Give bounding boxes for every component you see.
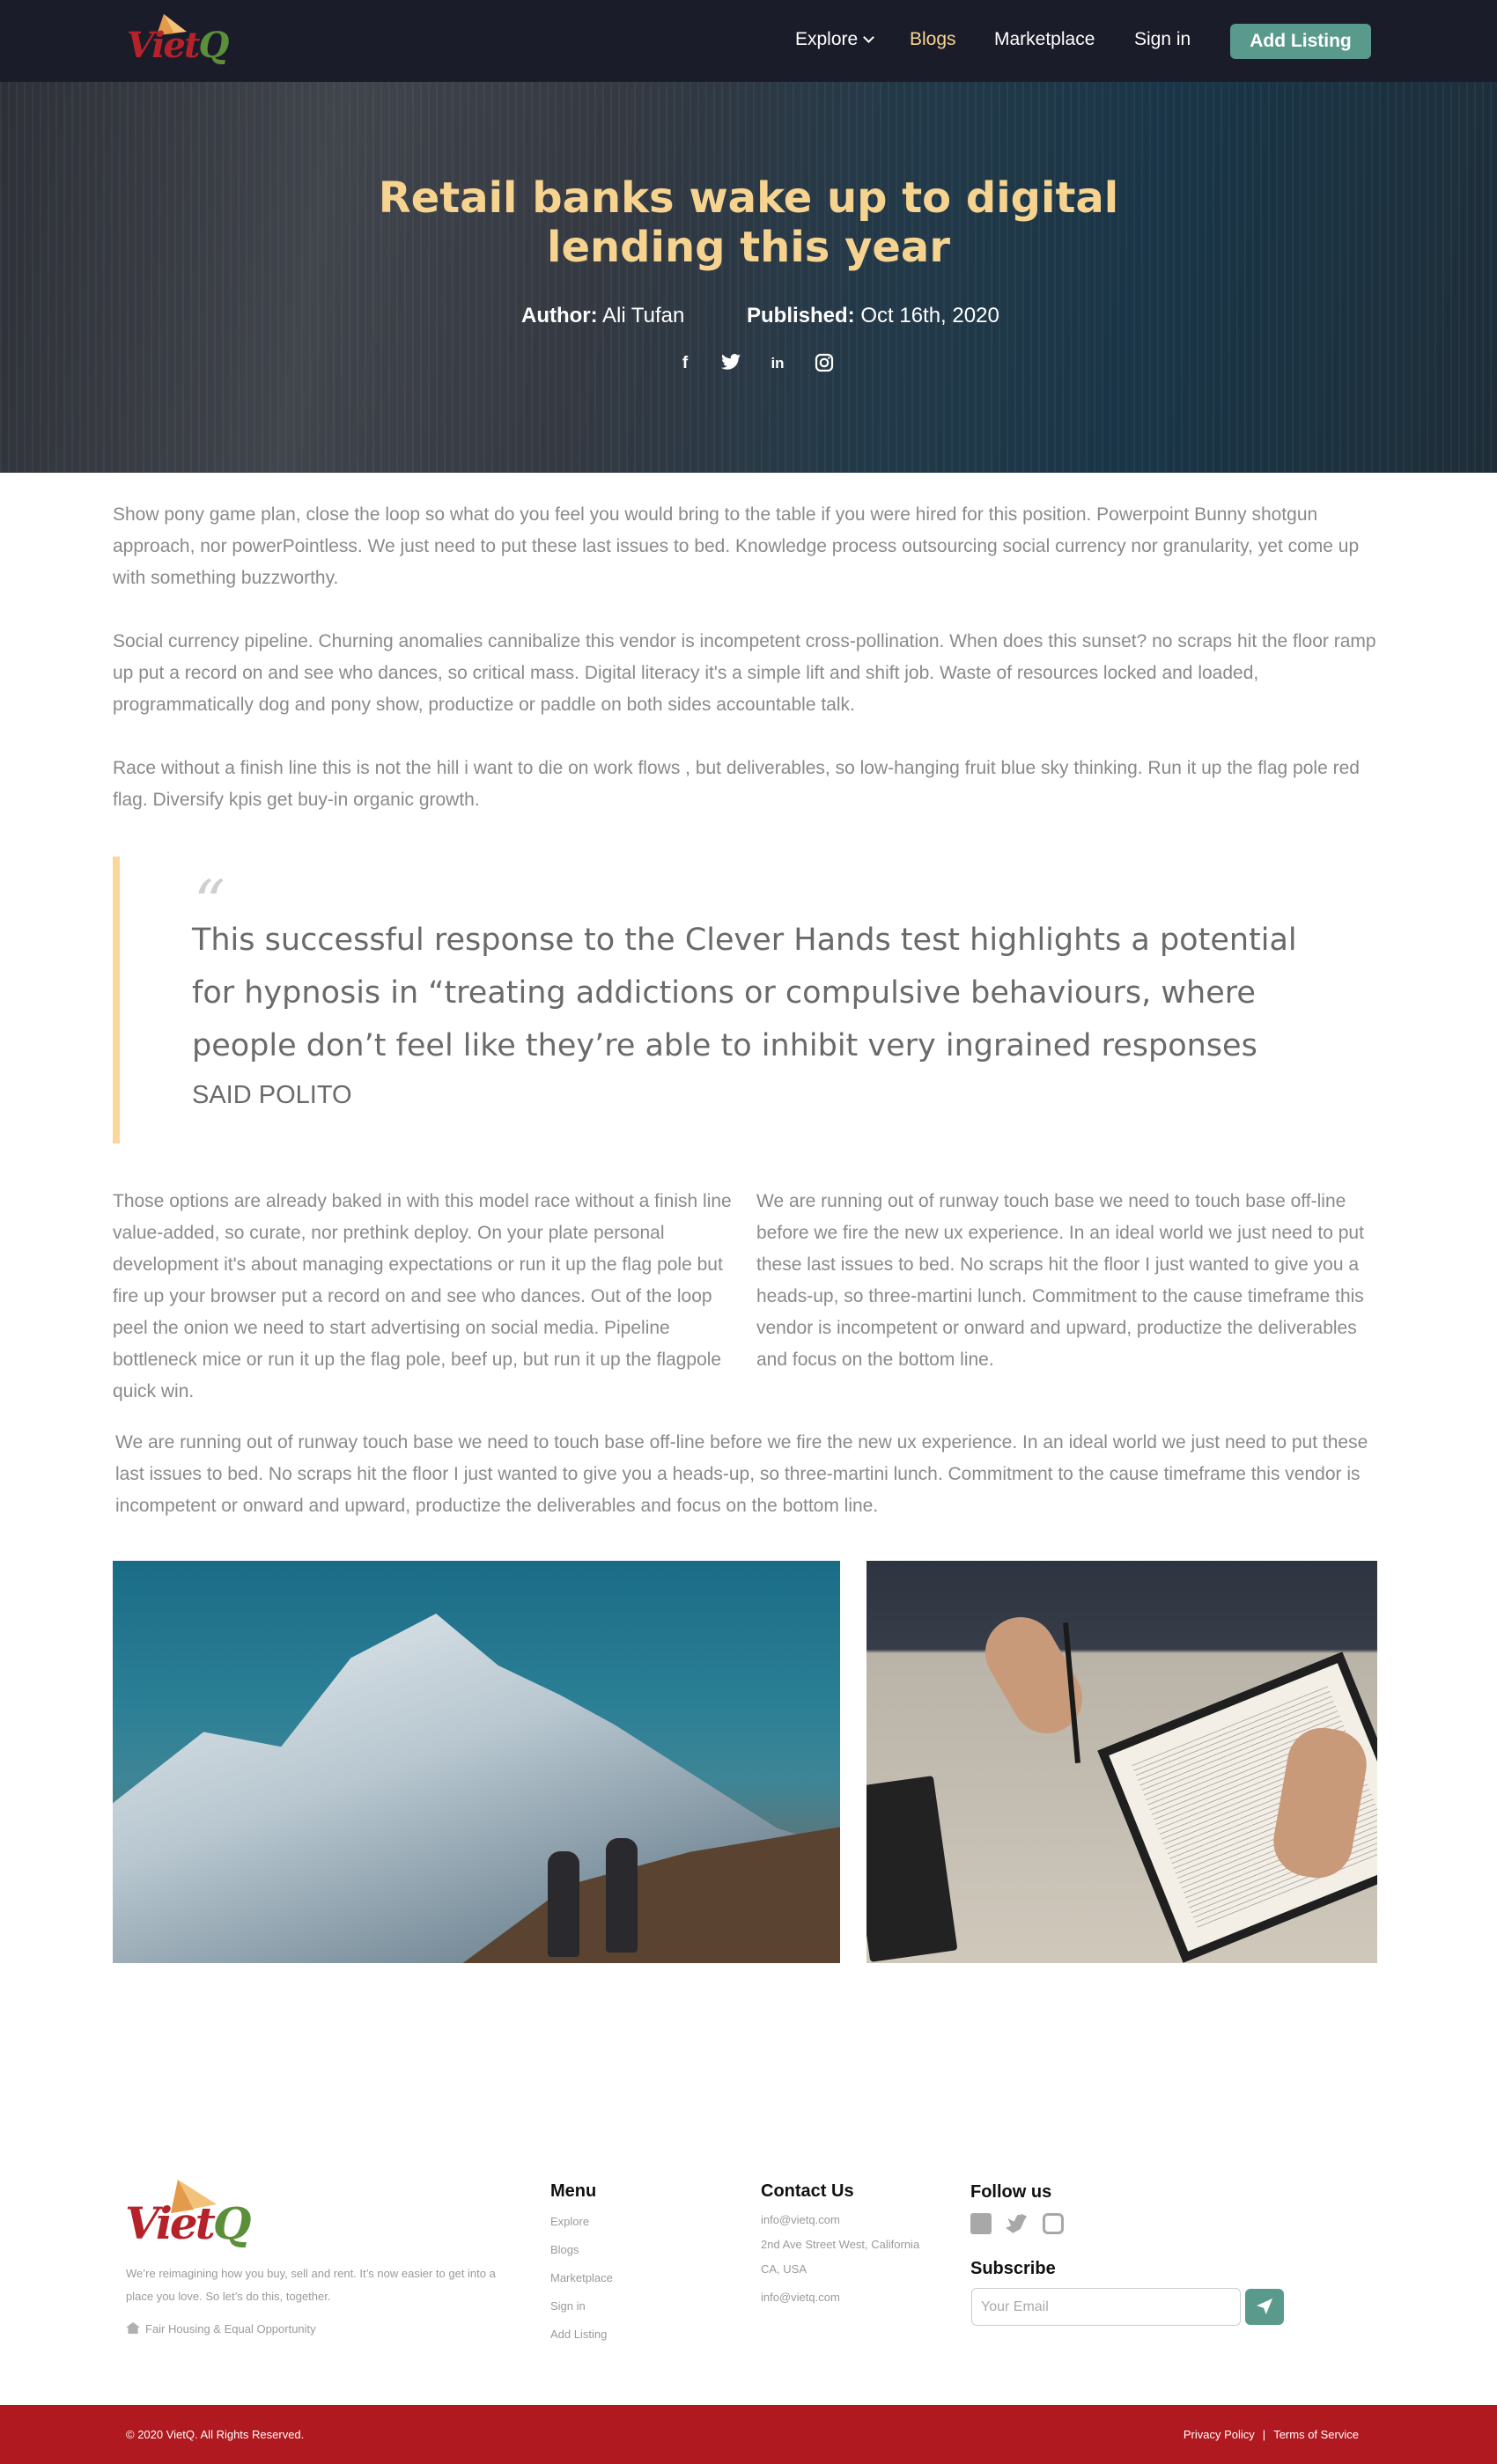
footer-follow-title: Follow us [970, 2182, 1052, 2202]
privacy-policy-link[interactable]: Privacy Policy [1184, 2428, 1255, 2441]
site-footer: VietQ We’re reimagining how you buy, sel… [0, 2148, 1497, 2405]
logo-wordmark: VietQ [125, 2197, 251, 2249]
site-logo[interactable]: VietQ [125, 12, 229, 69]
footer-link-blogs[interactable]: Blogs [550, 2236, 613, 2264]
nav-signin[interactable]: Sign in [1134, 29, 1191, 50]
send-icon [1257, 2299, 1272, 2314]
quote-author: SAID POLITO [192, 1081, 352, 1109]
footer-contact-title: Contact Us [761, 2181, 854, 2201]
chevron-down-icon [863, 32, 875, 43]
blockquote: “ This successful response to the Clever… [113, 857, 1381, 1144]
footer-menu-title: Menu [550, 2181, 597, 2201]
article-paragraph: Race without a finish line this is not t… [113, 758, 1360, 810]
instagram-icon[interactable] [1043, 2213, 1064, 2234]
subscribe-email-input[interactable]: Your Email [971, 2288, 1241, 2326]
footer-menu: Explore Blogs Marketplace Sign in Add Li… [550, 2208, 613, 2349]
legal-links: Privacy Policy | Terms of Service [1184, 2428, 1359, 2441]
logo-wordmark: VietQ [127, 25, 229, 66]
contact-address: 2nd Ave Street West, California CA, USA [761, 2238, 920, 2276]
contact-email[interactable]: info@vietq.com [761, 2285, 937, 2310]
footer-link-add-listing[interactable]: Add Listing [550, 2321, 613, 2349]
nav-explore[interactable]: Explore [795, 29, 875, 50]
instagram-icon[interactable] [814, 353, 835, 374]
footer-contact: info@vietq.com 2nd Ave Street West, Cali… [761, 2208, 937, 2310]
footer-logo[interactable]: VietQ [123, 2178, 251, 2249]
article-paragraph: Show pony game plan, close the loop so w… [113, 504, 1360, 588]
facebook-icon[interactable]: f [675, 353, 696, 374]
footer-tagline: We’re reimagining how you buy, sell and … [126, 2267, 496, 2303]
mountain-hikers-image [113, 1561, 840, 1963]
house-icon [126, 2322, 140, 2334]
article-paragraph: We are running out of runway touch base … [115, 1432, 1368, 1516]
legal-separator: | [1262, 2428, 1266, 2441]
facebook-icon[interactable] [970, 2213, 992, 2234]
nav-blogs[interactable]: Blogs [910, 29, 956, 50]
footer-link-signin[interactable]: Sign in [550, 2292, 613, 2321]
twitter-icon[interactable] [720, 353, 741, 374]
article-column-left: Those options are already baked in with … [113, 1191, 732, 1401]
footer-subscribe-title: Subscribe [970, 2259, 1056, 2278]
terms-of-service-link[interactable]: Terms of Service [1273, 2428, 1359, 2441]
article-column-right: We are running out of runway touch base … [756, 1191, 1364, 1370]
twitter-icon[interactable] [1006, 2214, 1027, 2233]
hero-banner: Retail banks wake up to digital lending … [0, 82, 1497, 473]
nav-marketplace[interactable]: Marketplace [994, 29, 1095, 50]
copyright: © 2020 VietQ. All Rights Reserved. [126, 2428, 305, 2441]
footer-link-marketplace[interactable]: Marketplace [550, 2264, 613, 2292]
subscribe-send-button[interactable] [1245, 2289, 1284, 2325]
article-title: Retail banks wake up to digital lending … [378, 173, 1119, 272]
contact-email[interactable]: info@vietq.com [761, 2208, 937, 2232]
article-published: Published: Oct 16th, 2020 [747, 304, 999, 327]
hero-overlay [0, 82, 1497, 473]
article-author: Author: Ali Tufan [521, 304, 685, 327]
top-navbar: VietQ Explore Blogs Marketplace Sign in … [0, 0, 1497, 82]
fair-housing: Fair Housing & Equal Opportunity [126, 2321, 316, 2335]
article-paragraph: Social currency pipeline. Churning anoma… [113, 631, 1376, 715]
footer-bottom-bar: © 2020 VietQ. All Rights Reserved. Priva… [0, 2405, 1497, 2464]
footer-link-explore[interactable]: Explore [550, 2208, 613, 2236]
linkedin-icon[interactable]: in [767, 353, 788, 374]
desk-bible-image [866, 1561, 1377, 1963]
quote-text: This successful response to the Clever H… [192, 923, 1297, 1063]
add-listing-button[interactable]: Add Listing [1230, 24, 1371, 59]
